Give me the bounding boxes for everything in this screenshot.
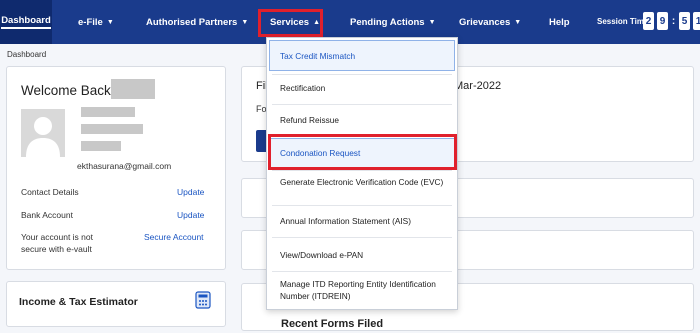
menu-divider <box>272 104 452 105</box>
nav-help[interactable]: Help <box>549 0 570 44</box>
chevron-down-icon: ▼ <box>514 18 522 26</box>
chevron-down-icon: ▼ <box>428 18 436 26</box>
menu-item-view-download-epan[interactable]: View/Download e-PAN <box>267 249 457 261</box>
bank-update-link[interactable]: Update <box>177 210 204 220</box>
recent-forms-title: Recent Forms Filed <box>281 318 384 330</box>
email-address: ekthasurana@gmail.com <box>77 161 172 171</box>
menu-divider <box>272 205 452 206</box>
nav-help-label: Help <box>549 16 570 28</box>
nav-dashboard-label: Dashboard <box>1 15 51 29</box>
menu-divider <box>272 74 452 75</box>
menu-item-manage-itdrein[interactable]: Manage ITD Reporting Entity Identificati… <box>267 278 453 302</box>
nav-authorised-partners[interactable]: Authorised Partners ▼ <box>146 0 248 44</box>
menu-divider <box>272 271 452 272</box>
redacted-name <box>111 79 155 99</box>
chevron-down-icon: ▼ <box>241 18 249 26</box>
calculator-icon <box>195 291 211 309</box>
avatar <box>21 109 65 157</box>
panel-subtitle-fragment: Fo <box>256 104 267 114</box>
redacted-detail <box>81 124 143 134</box>
menu-item-tax-credit-mismatch[interactable]: Tax Credit Mismatch <box>267 50 457 62</box>
nav-services-label: Services <box>270 16 310 28</box>
nav-efile-label: e-File <box>78 16 103 28</box>
session-digit: 2 <box>643 12 654 30</box>
services-dropdown-menu: Tax Credit Mismatch Rectification Refund… <box>266 37 458 310</box>
session-digit: 1 <box>693 12 700 30</box>
menu-item-rectification[interactable]: Rectification <box>267 82 457 94</box>
welcome-title: Welcome Back, <box>21 83 115 98</box>
secure-account-link[interactable]: Secure Account <box>144 232 204 242</box>
redacted-detail <box>81 107 135 117</box>
income-tax-estimator-card[interactable]: Income & Tax Estimator <box>6 281 226 327</box>
menu-divider <box>272 237 452 238</box>
income-tax-estimator-title: Income & Tax Estimator <box>19 296 138 308</box>
chevron-up-icon: ▲ <box>313 18 321 26</box>
breadcrumb: Dashboard <box>7 50 47 59</box>
panel-date-fragment: Mar-2022 <box>454 80 502 92</box>
bank-account-label: Bank Account <box>21 210 73 220</box>
menu-item-ais[interactable]: Annual Information Statement (AIS) <box>267 215 457 227</box>
nav-grievances[interactable]: Grievances ▼ <box>459 0 521 44</box>
redacted-detail <box>81 141 121 151</box>
profile-card: Welcome Back, ekthasurana@gmail.com Cont… <box>6 66 226 270</box>
session-timer: 2 9 : 5 1 <box>643 12 700 30</box>
menu-divider <box>272 170 452 171</box>
contact-update-link[interactable]: Update <box>177 187 204 197</box>
session-time-label: Session Time <box>597 17 649 26</box>
chevron-down-icon: ▼ <box>106 18 114 26</box>
menu-item-refund-reissue[interactable]: Refund Reissue <box>267 114 457 126</box>
nav-dashboard[interactable]: Dashboard <box>0 0 52 44</box>
session-digit: 9 <box>657 12 668 30</box>
session-digit: 5 <box>679 12 690 30</box>
nav-pending-actions-label: Pending Actions <box>350 16 425 28</box>
menu-divider <box>272 136 452 137</box>
session-separator: : <box>671 15 676 27</box>
contact-details-label: Contact Details <box>21 187 79 197</box>
vault-status-line1: Your account is not <box>21 232 93 242</box>
nav-grievances-label: Grievances <box>459 16 511 28</box>
menu-item-generate-evc[interactable]: Generate Electronic Verification Code (E… <box>267 176 452 188</box>
vault-status-line2: secure with e-vault <box>21 244 92 254</box>
menu-item-condonation-request[interactable]: Condonation Request <box>267 147 457 159</box>
nav-efile[interactable]: e-File ▼ <box>78 0 114 44</box>
user-silhouette-icon <box>26 117 60 157</box>
nav-authorised-partners-label: Authorised Partners <box>146 16 238 28</box>
